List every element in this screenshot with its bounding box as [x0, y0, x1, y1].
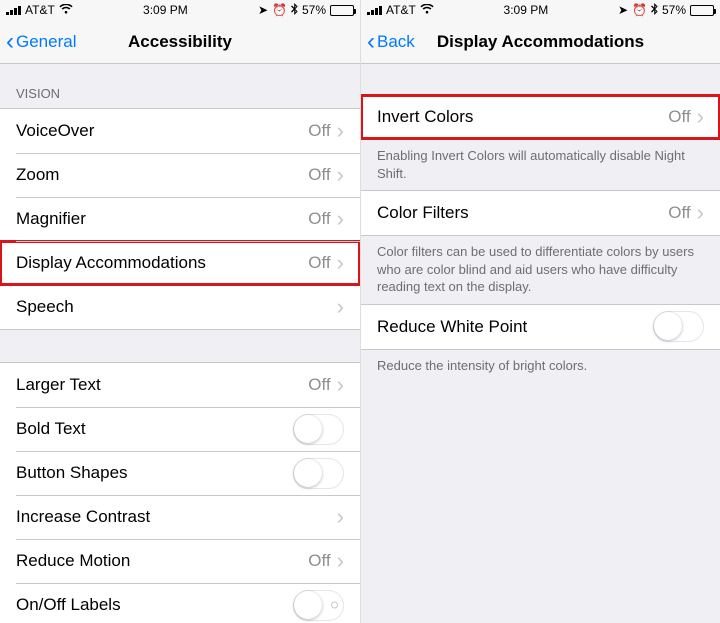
screen-accessibility: AT&T 3:09 PM ➤ ⏰ 57% ‹ General Accessibi…: [0, 0, 360, 623]
row-reduce-white-point[interactable]: Reduce White Point: [361, 305, 720, 349]
chevron-left-icon: ‹: [6, 30, 14, 54]
wifi-icon: [59, 3, 73, 17]
bluetooth-icon: [291, 3, 298, 18]
chevron-left-icon: ‹: [367, 30, 375, 54]
chevron-right-icon: ›: [337, 374, 344, 396]
carrier-label: AT&T: [386, 3, 416, 17]
status-bar: AT&T 3:09 PM ➤ ⏰ 57%: [361, 0, 720, 20]
switch-onoff-labels[interactable]: [293, 590, 344, 621]
row-invert-colors[interactable]: Invert Colors Off ›: [361, 95, 720, 139]
battery-icon: [330, 5, 354, 16]
nav-back-button[interactable]: ‹ General: [0, 20, 76, 63]
nav-bar: ‹ Back Display Accommodations: [361, 20, 720, 64]
row-bold-text[interactable]: Bold Text: [0, 407, 360, 451]
switch-button-shapes[interactable]: [293, 458, 344, 489]
nav-back-label: General: [16, 32, 76, 52]
row-zoom[interactable]: Zoom Off ›: [0, 153, 360, 197]
cell-group-invert: Invert Colors Off ›: [361, 94, 720, 140]
chevron-right-icon: ›: [337, 164, 344, 186]
signal-icon: [6, 5, 21, 15]
row-display-accommodations[interactable]: Display Accommodations Off ›: [0, 241, 360, 285]
cell-group-whitepoint: Reduce White Point: [361, 304, 720, 350]
footer-whitepoint: Reduce the intensity of bright colors.: [361, 350, 720, 383]
screen-display-accommodations: AT&T 3:09 PM ➤ ⏰ 57% ‹ Back Display Acco…: [360, 0, 720, 623]
status-time: 3:09 PM: [143, 3, 188, 17]
alarm-icon: ⏰: [632, 3, 647, 17]
nav-back-label: Back: [377, 32, 415, 52]
cell-group-vision: VoiceOver Off › Zoom Off › Magnifier Off…: [0, 108, 360, 330]
row-larger-text[interactable]: Larger Text Off ›: [0, 363, 360, 407]
carrier-label: AT&T: [25, 3, 55, 17]
chevron-right-icon: ›: [337, 120, 344, 142]
status-time: 3:09 PM: [504, 3, 549, 17]
battery-pct: 57%: [662, 3, 686, 17]
chevron-right-icon: ›: [337, 208, 344, 230]
chevron-right-icon: ›: [337, 296, 344, 318]
bluetooth-icon: [651, 3, 658, 18]
cell-group-text: Larger Text Off › Bold Text Button Shape…: [0, 362, 360, 623]
content-scroll[interactable]: VISION VoiceOver Off › Zoom Off › Magnif…: [0, 64, 360, 623]
battery-icon: [690, 5, 714, 16]
alarm-icon: ⏰: [272, 3, 287, 17]
chevron-right-icon: ›: [337, 252, 344, 274]
location-icon: ➤: [618, 3, 628, 17]
chevron-right-icon: ›: [337, 506, 344, 528]
chevron-right-icon: ›: [697, 106, 704, 128]
status-bar: AT&T 3:09 PM ➤ ⏰ 57%: [0, 0, 360, 20]
chevron-right-icon: ›: [337, 550, 344, 572]
row-magnifier[interactable]: Magnifier Off ›: [0, 197, 360, 241]
row-button-shapes[interactable]: Button Shapes: [0, 451, 360, 495]
row-speech[interactable]: Speech ›: [0, 285, 360, 329]
signal-icon: [367, 5, 382, 15]
nav-back-button[interactable]: ‹ Back: [361, 20, 415, 63]
section-header-vision: VISION: [0, 64, 360, 108]
location-icon: ➤: [258, 3, 268, 17]
row-onoff-labels[interactable]: On/Off Labels: [0, 583, 360, 623]
footer-filters: Color filters can be used to differentia…: [361, 236, 720, 304]
chevron-right-icon: ›: [697, 202, 704, 224]
footer-invert: Enabling Invert Colors will automaticall…: [361, 140, 720, 190]
wifi-icon: [420, 3, 434, 17]
row-voiceover[interactable]: VoiceOver Off ›: [0, 109, 360, 153]
cell-group-filters: Color Filters Off ›: [361, 190, 720, 236]
battery-pct: 57%: [302, 3, 326, 17]
content-scroll[interactable]: Invert Colors Off › Enabling Invert Colo…: [361, 64, 720, 623]
row-color-filters[interactable]: Color Filters Off ›: [361, 191, 720, 235]
row-reduce-motion[interactable]: Reduce Motion Off ›: [0, 539, 360, 583]
row-increase-contrast[interactable]: Increase Contrast ›: [0, 495, 360, 539]
nav-bar: ‹ General Accessibility: [0, 20, 360, 64]
switch-reduce-white-point[interactable]: [653, 311, 704, 342]
switch-bold-text[interactable]: [293, 414, 344, 445]
